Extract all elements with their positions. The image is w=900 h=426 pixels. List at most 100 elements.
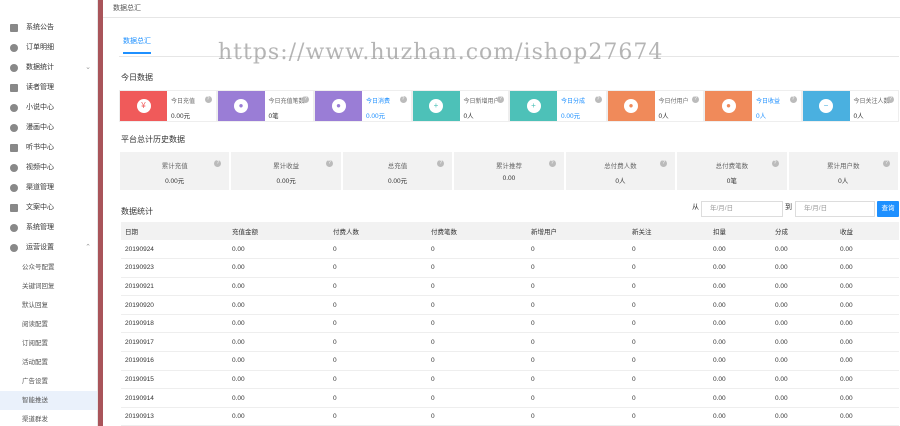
table-cell: 0.00 (836, 370, 899, 390)
help-icon[interactable]: ? (497, 96, 504, 103)
table-cell: 0 (628, 295, 709, 315)
sidebar-item-label: 视频中心 (26, 164, 54, 171)
column-header: 付费人数 (329, 222, 427, 240)
sidebar-item[interactable]: 数据统计 ⌄ (0, 58, 97, 78)
sidebar-item[interactable]: 系统管理 (0, 218, 97, 238)
sidebar-item[interactable]: 读者管理 (0, 78, 97, 98)
ops-icon (10, 244, 18, 252)
sidebar-item-label: 小说中心 (26, 104, 54, 111)
help-icon[interactable]: ? (789, 96, 797, 103)
sidebar-item[interactable]: 小说中心 (0, 98, 97, 118)
start-date-input[interactable]: 年/月/日 (701, 201, 783, 217)
table-cell: 0 (527, 277, 628, 297)
card-body: 今日充值 0.00元? (167, 91, 216, 121)
help-icon[interactable]: ? (302, 96, 309, 103)
table-cell: 0 (628, 277, 709, 297)
table-cell: 0 (527, 332, 628, 353)
table-cell: 0 (329, 258, 427, 278)
sidebar-item[interactable]: 渠道管理 (0, 178, 97, 198)
sidebar-item[interactable]: 文案中心 (0, 198, 97, 218)
sidebar-subitem[interactable]: 智能推送 (0, 391, 97, 410)
table-cell: 0.00 (771, 314, 836, 334)
card-value: 0笔 (268, 113, 279, 120)
help-icon[interactable]: ? (548, 160, 556, 167)
help-icon[interactable]: ? (594, 96, 602, 103)
sidebar-item[interactable]: 运营设置 ⌃ (0, 238, 97, 258)
table-cell: 0.00 (771, 388, 836, 408)
sidebar-item[interactable]: 系统公告 (0, 18, 97, 38)
video-icon (10, 164, 18, 172)
card-icon-block: + (510, 91, 557, 121)
table-cell: 0 (527, 351, 628, 371)
sidebar-subitem[interactable]: 渠道群发 (0, 410, 97, 426)
help-icon[interactable]: ? (887, 96, 894, 103)
table-cell: 0.00 (228, 388, 329, 408)
table-cell: 0.00 (709, 351, 771, 371)
chevron-icon: ⌄ (85, 64, 91, 71)
table-cell: 0 (628, 240, 709, 260)
end-date-input[interactable]: 年/月/日 (795, 201, 875, 217)
table-cell: 0 (427, 332, 527, 353)
sidebar-subitem[interactable]: 公众号配置 (0, 258, 97, 277)
card-value: 0人 (756, 113, 767, 120)
speaker-icon (10, 24, 18, 32)
stat-card: + 今日分成 0.00元? (509, 90, 607, 122)
table-cell: 0 (628, 407, 709, 426)
column-header: 日期 (121, 222, 228, 240)
table-cell: 20190920 (121, 295, 228, 315)
table-cell: 0 (329, 314, 427, 334)
help-icon[interactable]: ? (882, 160, 890, 167)
table-cell: 0.00 (771, 332, 836, 353)
card-body: 今日收益 0人? (752, 91, 801, 121)
sidebar-item[interactable]: 视频中心 (0, 158, 97, 178)
card-body: 今日关注人数 0人? (850, 91, 899, 121)
table-row: 20190920 0.00 0 0 0 0 0.00 0.00 0.00 (121, 295, 899, 315)
table-cell: 0.00 (836, 388, 899, 408)
table-cell: 0 (527, 295, 628, 315)
sidebar-subitem[interactable]: 阅读配置 (0, 315, 97, 334)
table-cell: 0.00 (836, 314, 899, 334)
table-cell: 0 (329, 295, 427, 315)
table-cell: 20190923 (121, 258, 228, 278)
stats-icon (10, 64, 18, 72)
sidebar-item[interactable]: 订单明细 (0, 38, 97, 58)
card-value: 0.00元 (171, 113, 191, 120)
sidebar-subitem[interactable]: 广告设置 (0, 372, 97, 391)
table-cell: 0.00 (771, 407, 836, 426)
table-cell: 0.00 (709, 295, 771, 315)
card-body: 今日消费 0.00元? (362, 91, 411, 121)
sidebar-item-label: 听书中心 (26, 144, 54, 151)
sidebar-subitem[interactable]: 关键词回复 (0, 277, 97, 296)
sidebar-subitem[interactable]: 默认回复 (0, 296, 97, 315)
sidebar-item[interactable]: 听书中心 (0, 138, 97, 158)
overall-stats: 累计充值 0.00元? 累计收益 0.00元? 总充值 0.00元? 累计推荐 0.00? 总付… (120, 152, 900, 190)
query-button[interactable]: 查询 (877, 201, 899, 217)
card-glyph-icon: ¥ (136, 99, 151, 113)
table-cell: 0 (628, 370, 709, 390)
table-header-row: 日期 充值金额 付费人数 付费笔数 新增用户 新关注 扣量 分成 收益 (121, 222, 899, 240)
sidebar-item-label: 系统管理 (26, 224, 54, 231)
chevron-icon: ⌃ (85, 244, 91, 251)
table-cell: 0.00 (836, 240, 899, 260)
table-cell: 0 (527, 258, 628, 278)
stat-value: 0.00元 (387, 178, 408, 185)
today-section-title: 今日数据 (121, 73, 153, 82)
sidebar-subitem[interactable]: 订阅配置 (0, 334, 97, 353)
help-icon[interactable]: ? (325, 160, 333, 167)
help-icon[interactable]: ? (399, 96, 407, 103)
table-cell: 0.00 (228, 332, 329, 353)
sidebar-item[interactable]: 漫画中心 (0, 118, 97, 138)
help-icon[interactable]: ? (692, 96, 699, 103)
column-header: 扣量 (709, 222, 771, 240)
stat-value: 0人 (838, 178, 849, 185)
help-icon[interactable]: ? (771, 160, 779, 167)
table-cell: 0 (329, 407, 427, 426)
help-icon[interactable]: ? (204, 96, 212, 103)
card-glyph-icon: ● (721, 99, 736, 113)
stat-label: 累计收益 (273, 163, 300, 170)
tab-data-summary[interactable]: 数据总汇 (123, 36, 151, 54)
sidebar-subitem[interactable]: 活动配置 (0, 353, 97, 372)
stat-card: ● 今日消费 0.00元? (314, 90, 412, 122)
table-cell: 0 (427, 295, 527, 315)
comic-icon (10, 124, 18, 132)
